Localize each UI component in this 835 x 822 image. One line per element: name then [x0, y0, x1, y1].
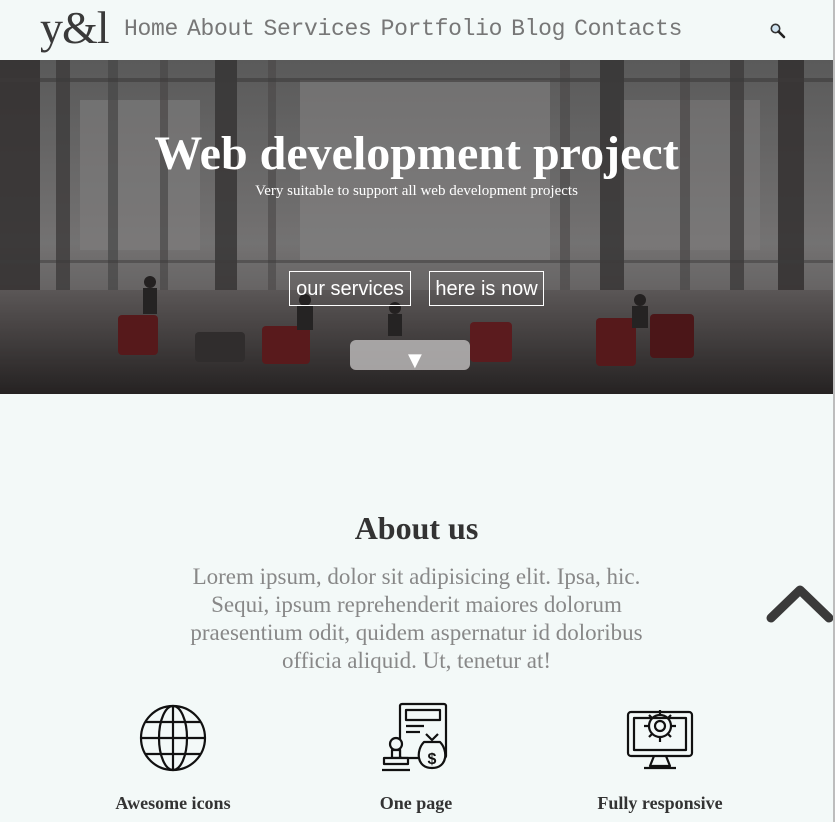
feature-label: One page: [379, 793, 453, 813]
feature-one-page: $ One page: [316, 702, 516, 813]
feature-label: Awesome icons: [115, 793, 231, 813]
logo[interactable]: y&l: [40, 2, 110, 54]
nav-home[interactable]: Home: [124, 14, 178, 44]
main-nav: Home About Services Portfolio Blog Conta…: [124, 14, 682, 44]
nav-services[interactable]: Services: [264, 14, 372, 44]
nav-about[interactable]: About: [187, 14, 255, 44]
feature-awesome-icons: Awesome icons: [73, 702, 273, 813]
monitor-gear-icon: [626, 710, 694, 770]
feature-fully-responsive: Fully responsive: [560, 702, 760, 813]
money-bag-stamp-icon: $: [382, 702, 448, 772]
about-text: Lorem ipsum, dolor sit adipisicing elit.…: [190, 564, 643, 673]
hero-banner: Web development project Very suitable to…: [0, 60, 833, 394]
site-header: y&l Home About Services Portfolio Blog C…: [0, 0, 833, 60]
feature-label: Fully responsive: [597, 793, 723, 813]
hero-background-image: [0, 60, 833, 394]
svg-text:$: $: [428, 751, 437, 768]
nav-portfolio[interactable]: Portfolio: [381, 14, 503, 44]
hero-title: Web development project: [154, 127, 679, 180]
about-title: About us: [354, 510, 479, 546]
chevron-up-icon[interactable]: [766, 582, 834, 624]
globe-icon: [139, 704, 207, 772]
our-services-button[interactable]: our services: [289, 271, 411, 306]
hero-subtitle: Very suitable to support all web develop…: [255, 183, 578, 199]
nav-contacts[interactable]: Contacts: [574, 14, 682, 44]
scroll-down-icon[interactable]: ▼: [408, 351, 422, 371]
search-icon[interactable]: [769, 22, 787, 40]
nav-blog[interactable]: Blog: [511, 14, 565, 44]
here-is-now-button[interactable]: here is now: [429, 271, 544, 306]
